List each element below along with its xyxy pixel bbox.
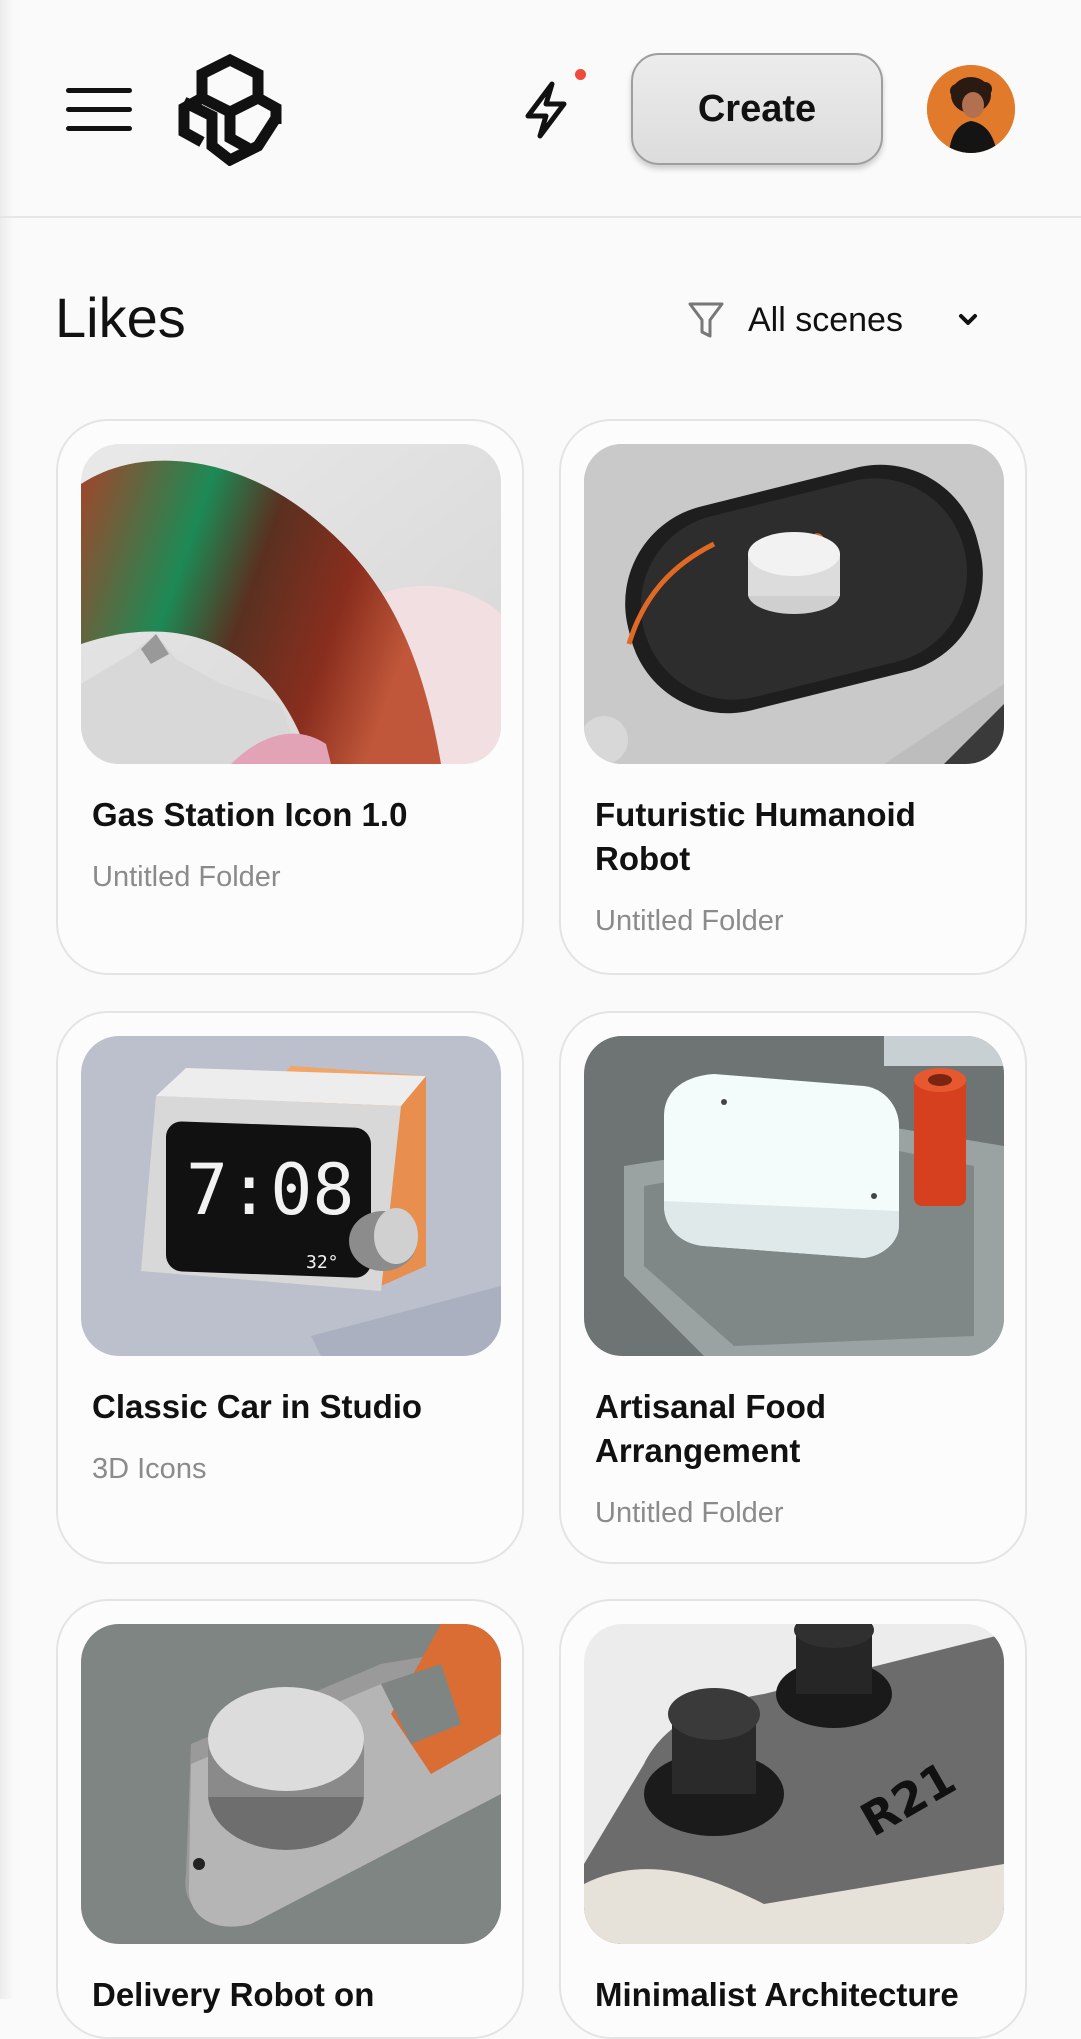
scene-card[interactable]: Artisanal Food Arrangement Untitled Fold… — [559, 1011, 1027, 1564]
filter-funnel-icon — [688, 302, 724, 338]
notification-dot — [575, 69, 586, 80]
menu-icon[interactable] — [66, 88, 132, 132]
bolt-icon[interactable] — [518, 80, 574, 140]
scene-card[interactable]: Delivery Robot on — [56, 1599, 524, 2039]
card-folder: Untitled Folder — [92, 861, 281, 893]
card-title: Gas Station Icon 1.0 — [92, 796, 408, 833]
scene-card[interactable]: Futuristic Humanoid Robot Untitled Folde… — [559, 419, 1027, 975]
chevron-down-icon — [959, 314, 977, 325]
scene-filter-dropdown[interactable]: All scenes — [682, 288, 1002, 352]
card-title: Delivery Robot on — [92, 1976, 375, 2013]
page-title: Likes — [55, 286, 186, 349]
card-folder: 3D Icons — [92, 1453, 207, 1485]
card-thumbnail — [81, 1624, 501, 1944]
top-bar: Create — [0, 0, 1081, 218]
card-thumbnail — [584, 444, 1004, 764]
card-thumbnail: 7:08 32° — [81, 1036, 501, 1356]
card-title: Artisanal Food Arrangement — [595, 1388, 827, 1469]
card-thumbnail — [584, 1036, 1004, 1356]
clock-time-display: 7:08 — [186, 1149, 355, 1231]
card-title: Classic Car in Studio — [92, 1388, 423, 1425]
card-folder: Untitled Folder — [595, 905, 784, 937]
create-button[interactable]: Create — [631, 53, 883, 165]
card-title: Futuristic Humanoid Robot — [595, 796, 916, 877]
card-title: Minimalist Architecture — [595, 1976, 959, 2013]
card-thumbnail — [81, 444, 501, 764]
scene-card[interactable]: R21 Minimalist Architecture — [559, 1599, 1027, 2039]
logo-icon[interactable] — [174, 54, 286, 166]
avatar[interactable] — [927, 65, 1015, 153]
clock-temp-display: 32° — [306, 1252, 339, 1273]
scene-card[interactable]: 7:08 32° Classic Car in Studio 3D Icons — [56, 1011, 524, 1564]
card-folder: Untitled Folder — [595, 1497, 784, 1529]
page-edge-shade — [0, 0, 14, 1999]
filter-label: All scenes — [748, 301, 903, 339]
card-thumbnail: R21 — [584, 1624, 1004, 1944]
scene-card[interactable]: Gas Station Icon 1.0 Untitled Folder — [56, 419, 524, 975]
